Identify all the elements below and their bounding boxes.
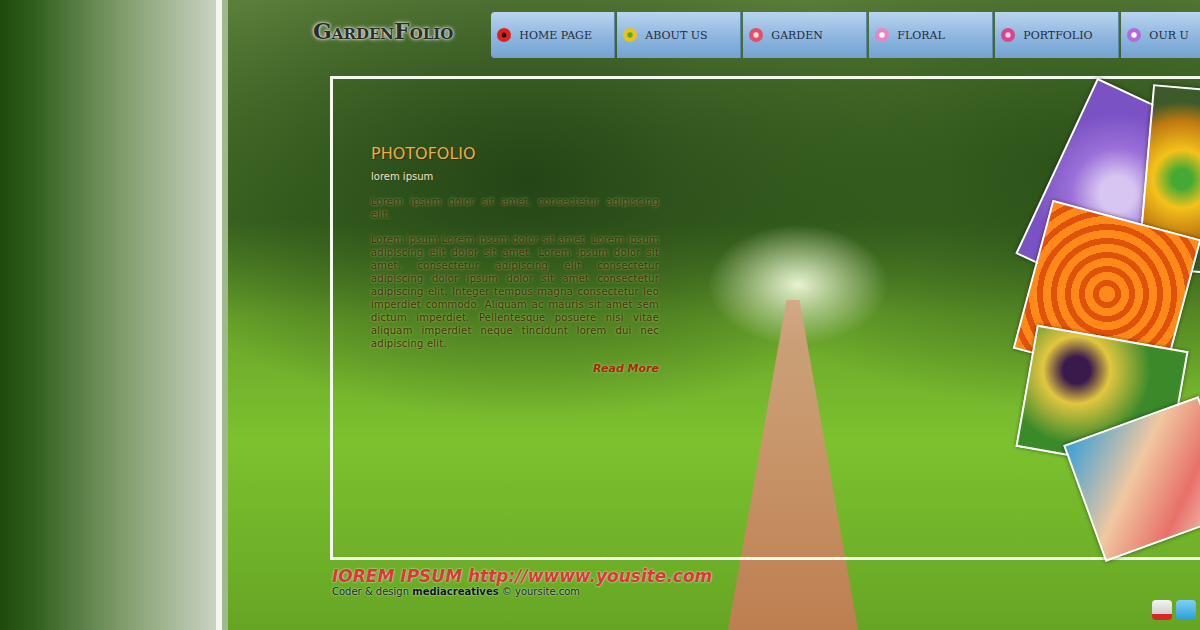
nav-label: OUR U xyxy=(1149,29,1188,42)
flower-icon xyxy=(875,28,889,42)
youtube-icon[interactable] xyxy=(1152,600,1172,620)
flower-icon xyxy=(1127,28,1141,42)
divider xyxy=(216,0,228,630)
content-frame: PHOTOFOLIO lorem ipsum Lorem ipsum dolor s… xyxy=(330,76,1200,560)
flower-icon xyxy=(1001,28,1015,42)
credit-name[interactable]: mediacreatives xyxy=(412,586,498,597)
social-links xyxy=(1152,600,1196,620)
nav-bar: HOME PAGE ABOUT US GARDEN FLORAL PORTFOLIO OU… xyxy=(491,12,1200,58)
nav-item[interactable]: ABOUT US xyxy=(617,12,741,58)
content-title: PHOTOFOLIO xyxy=(371,147,659,160)
paragraph: Lorem ipsum dolor sit amet, consectetur … xyxy=(371,195,659,221)
nav-item[interactable]: HOME PAGE xyxy=(491,12,615,58)
main-area: GardenFolio HOME PAGE ABOUT US GARDEN FLORAL… xyxy=(228,0,1200,630)
nav-item[interactable]: PORTFOLIO xyxy=(995,12,1119,58)
footer-headline[interactable]: IOREM IPSUM http://wwww.yousite.com xyxy=(332,566,1200,586)
credit-suffix: © yoursite.com xyxy=(502,586,580,597)
credit-prefix: Coder & design xyxy=(332,586,409,597)
paragraph: Lorem ipsum Lorem ipsum dolor sit amet. … xyxy=(371,233,659,350)
header: GardenFolio HOME PAGE ABOUT US GARDEN FLORAL… xyxy=(228,0,1200,70)
side-strip xyxy=(0,0,216,630)
nav-item[interactable]: GARDEN xyxy=(743,12,867,58)
photo-collage xyxy=(1020,97,1200,547)
flower-icon xyxy=(497,28,511,42)
nav-label: GARDEN xyxy=(771,29,823,42)
flower-icon xyxy=(749,28,763,42)
flower-icon xyxy=(623,28,637,42)
footer: IOREM IPSUM http://wwww.yousite.comCoder… xyxy=(332,560,1200,597)
background-photo xyxy=(728,300,858,630)
footer-credit: Coder & design mediacreatives © yoursite… xyxy=(332,586,1200,597)
logo[interactable]: GardenFolio xyxy=(313,18,453,44)
nav-label: FLORAL xyxy=(897,29,945,42)
content-subtitle: lorem ipsum xyxy=(371,170,659,183)
nav-label: ABOUT US xyxy=(645,29,707,42)
nav-label: PORTFOLIO xyxy=(1023,29,1092,42)
content-text: PHOTOFOLIO lorem ipsum Lorem ipsum dolor s… xyxy=(333,79,659,557)
nav-label: HOME PAGE xyxy=(519,29,592,42)
read-more-link[interactable]: Read More xyxy=(371,362,659,375)
nav-item[interactable]: OUR U xyxy=(1121,12,1200,58)
nav-item[interactable]: FLORAL xyxy=(869,12,993,58)
twitter-icon[interactable] xyxy=(1176,600,1196,620)
